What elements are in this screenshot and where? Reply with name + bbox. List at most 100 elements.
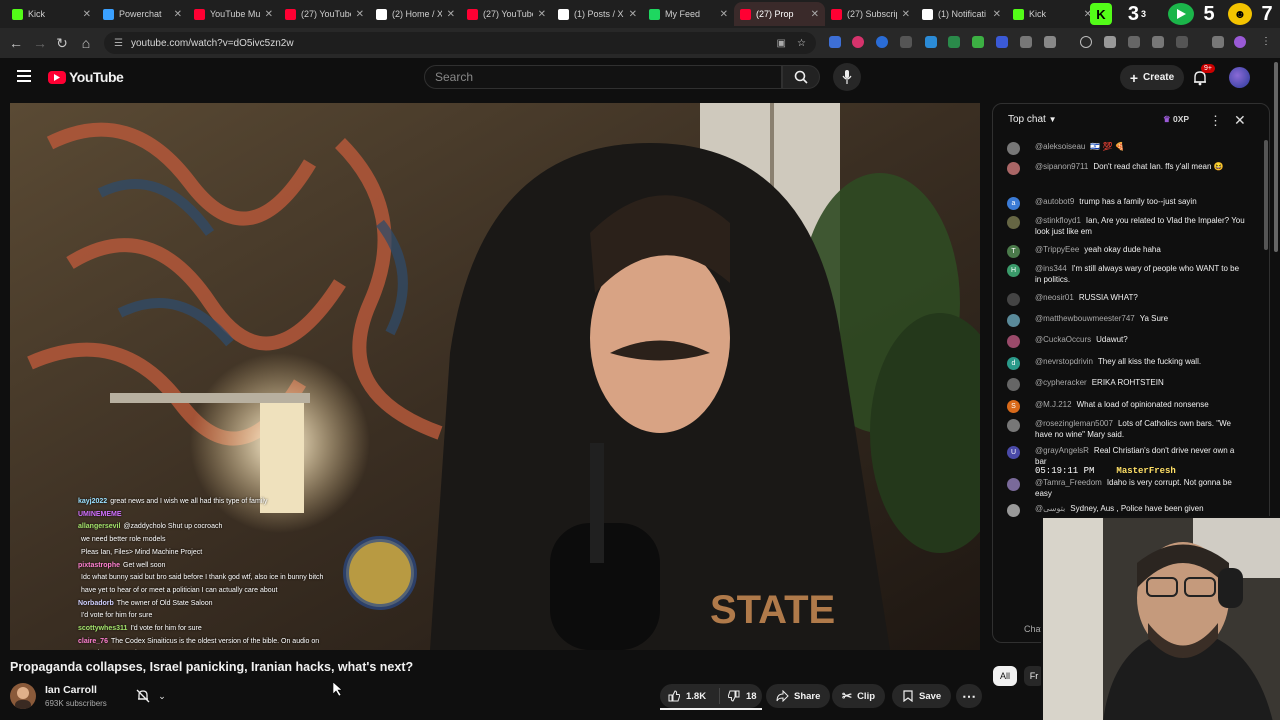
extension-icon-7[interactable]: [972, 36, 984, 48]
chat-author[interactable]: @stinkfloyd1: [1035, 216, 1081, 225]
browser-tab[interactable]: YouTube Mu ✕: [188, 2, 279, 26]
xp-badge[interactable]: ♛ 0XP: [1163, 114, 1189, 125]
chat-author-avatar[interactable]: [1007, 378, 1020, 391]
channel-avatar[interactable]: [10, 683, 36, 709]
browser-tab[interactable]: (1) Posts / X ✕: [552, 2, 643, 26]
chat-author-avatar[interactable]: [1007, 293, 1020, 306]
address-bar[interactable]: ☰ youtube.com/watch?v=dO5ivc5zn2w ▣ ☆: [104, 32, 816, 54]
hamburger-menu-icon[interactable]: [17, 70, 31, 82]
save-button[interactable]: Save: [892, 684, 952, 708]
chat-scrollbar[interactable]: [1264, 140, 1268, 250]
back-icon[interactable]: ←: [4, 35, 28, 51]
extension-icon-6[interactable]: [948, 36, 960, 48]
voice-search-button[interactable]: [833, 63, 861, 91]
tab-close-icon[interactable]: ✕: [447, 9, 455, 20]
extension-icon-5[interactable]: [925, 36, 937, 48]
browser-tab[interactable]: My Feed ✕: [643, 2, 734, 26]
extension-icon-1[interactable]: [829, 36, 841, 48]
extensions-puzzle-icon[interactable]: [1044, 36, 1056, 48]
home-icon[interactable]: ⌂: [74, 35, 98, 51]
dislike-button[interactable]: 18: [720, 690, 762, 702]
chat-author[interactable]: @rosezingleman5007: [1035, 419, 1113, 428]
browser-tab[interactable]: (27) Subscrip ✕: [825, 2, 916, 26]
more-actions-button[interactable]: ⋯: [956, 684, 982, 708]
extension-icon-10[interactable]: [1104, 36, 1116, 48]
chat-author-avatar[interactable]: [1007, 216, 1020, 229]
history-icon[interactable]: [1080, 36, 1092, 48]
chat-author[interactable]: @matthewbouwmeester747: [1035, 314, 1135, 323]
site-info-icon[interactable]: ☰: [114, 38, 123, 49]
chat-author-avatar[interactable]: [1007, 335, 1020, 348]
channel-name[interactable]: Ian Carroll: [45, 684, 97, 696]
close-chat-icon[interactable]: ✕: [1234, 112, 1246, 129]
browser-tab[interactable]: (2) Home / X ✕: [370, 2, 461, 26]
youtube-logo[interactable]: YouTube: [48, 69, 124, 85]
chat-author-avatar[interactable]: d: [1007, 357, 1020, 370]
tab-close-icon[interactable]: ✕: [356, 9, 364, 20]
chip-all[interactable]: All: [993, 666, 1017, 686]
extension-icon-8[interactable]: [996, 36, 1008, 48]
chat-author-avatar[interactable]: [1007, 419, 1020, 432]
chat-author[interactable]: @neosir01: [1035, 293, 1074, 302]
browser-tab[interactable]: Kick ✕: [6, 2, 97, 26]
browser-tab[interactable]: (27) YouTube ✕: [279, 2, 370, 26]
chat-author-avatar[interactable]: [1007, 504, 1020, 517]
reload-icon[interactable]: ↻: [50, 35, 74, 52]
chat-author-avatar[interactable]: H: [1007, 264, 1020, 277]
extension-icon-2[interactable]: [852, 36, 864, 48]
tab-close-icon[interactable]: ✕: [538, 9, 546, 20]
tab-close-icon[interactable]: ✕: [720, 9, 728, 20]
chat-author[interactable]: @cypheracker: [1035, 378, 1087, 387]
install-icon[interactable]: ▣: [777, 38, 786, 49]
account-avatar[interactable]: [1229, 67, 1250, 88]
tab-close-icon[interactable]: ✕: [174, 9, 182, 20]
notifications-button[interactable]: 9+: [1192, 64, 1215, 88]
tab-close-icon[interactable]: ✕: [811, 9, 819, 20]
browser-tab[interactable]: (27) Prop ✕: [734, 2, 825, 26]
clip-button[interactable]: ✂ Clip: [832, 684, 886, 708]
chat-author-avatar[interactable]: a: [1007, 197, 1020, 210]
extension-icon-4[interactable]: [900, 36, 912, 48]
play-extension-icon[interactable]: [1168, 3, 1194, 25]
browser-tab[interactable]: Powerchat ✕: [97, 2, 188, 26]
chat-author[interactable]: @grayAngelsR: [1035, 446, 1089, 455]
chat-author[interactable]: @ins344: [1035, 264, 1067, 273]
bookmark-star-icon[interactable]: ☆: [797, 38, 806, 49]
sidebar-icon[interactable]: [1152, 36, 1164, 48]
video-player[interactable]: STATE kayj2022 great news and I wish we a…: [10, 103, 980, 650]
chat-author-avatar[interactable]: S: [1007, 400, 1020, 413]
chat-author[interactable]: @CuckaOccurs: [1035, 335, 1091, 344]
profile-avatar-icon[interactable]: [1234, 36, 1246, 48]
chat-author[interactable]: @aleksoiseau: [1035, 142, 1085, 151]
chat-author[interactable]: @بتوسی: [1035, 504, 1065, 513]
chat-author-avatar[interactable]: [1007, 314, 1020, 327]
browser-tab[interactable]: (1) Notificati ✕: [916, 2, 1007, 26]
tab-close-icon[interactable]: ✕: [993, 9, 1001, 20]
tab-close-icon[interactable]: ✕: [629, 9, 637, 20]
chat-author[interactable]: @M.J.212: [1035, 400, 1072, 409]
chat-author[interactable]: @autobot9: [1035, 197, 1074, 206]
chat-author-avatar[interactable]: [1007, 142, 1020, 155]
extension-icon-9[interactable]: [1020, 36, 1032, 48]
tab-close-icon[interactable]: ✕: [83, 9, 91, 20]
chat-author-avatar[interactable]: [1007, 162, 1020, 175]
page-scrollbar[interactable]: [1274, 62, 1278, 252]
chat-author[interactable]: @sipanon9711: [1035, 162, 1088, 171]
extension-icon-3[interactable]: [876, 36, 888, 48]
chat-input[interactable]: Chat...: [993, 618, 1051, 640]
search-input[interactable]: Search: [424, 65, 782, 89]
extension-icon-11[interactable]: [1176, 36, 1188, 48]
chat-author[interactable]: @TrippyEee: [1035, 245, 1079, 254]
chat-author[interactable]: @nevrstopdrivin: [1035, 357, 1093, 366]
browser-tab[interactable]: Kick ✕: [1007, 2, 1098, 26]
top-chat-dropdown[interactable]: Top chat ▼: [1008, 114, 1057, 125]
chat-author[interactable]: @Tamra_Freedom: [1035, 478, 1102, 487]
devtools-icon[interactable]: [1128, 36, 1140, 48]
browser-tab[interactable]: (27) YouTube ✕: [461, 2, 552, 26]
forward-icon[interactable]: →: [28, 35, 52, 51]
extension-k-icon[interactable]: K: [1090, 3, 1112, 25]
browser-menu-icon[interactable]: ⋮: [1260, 36, 1272, 48]
extension-icon-12[interactable]: [1212, 36, 1224, 48]
chat-author-avatar[interactable]: T: [1007, 245, 1020, 258]
emoji-extension-icon[interactable]: ☻: [1228, 3, 1252, 25]
